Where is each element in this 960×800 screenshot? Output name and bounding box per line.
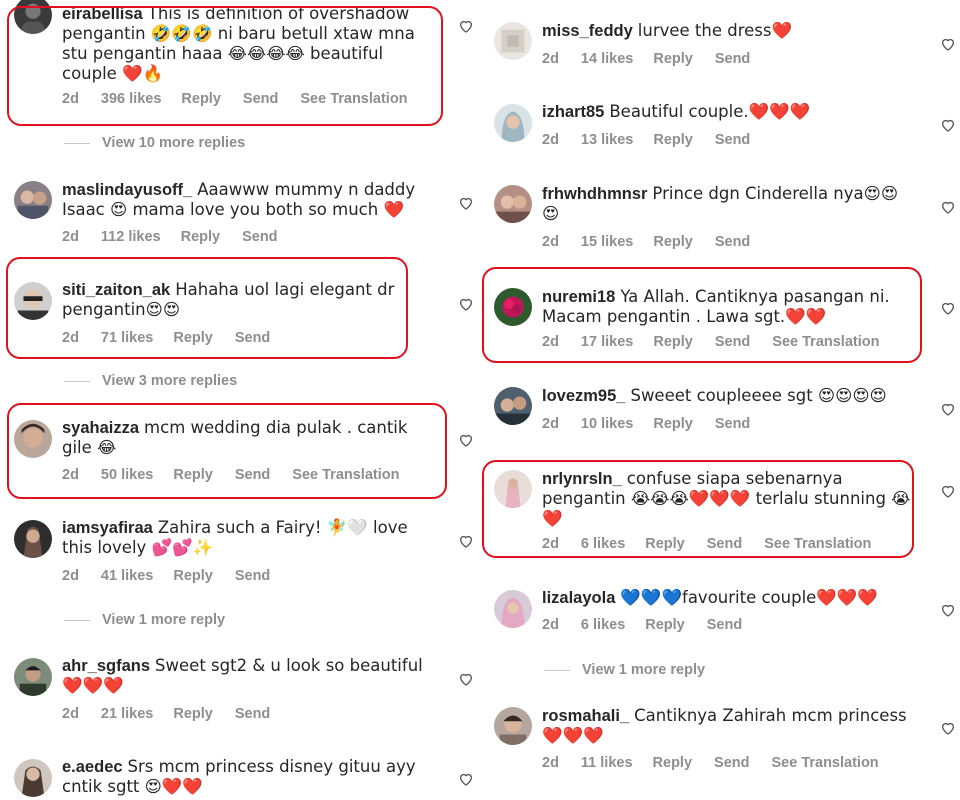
view-more-replies[interactable]: View 10 more replies xyxy=(64,135,245,151)
send-button[interactable]: Send xyxy=(715,51,750,67)
comment-username[interactable]: izhart85 xyxy=(542,103,604,121)
comment-text: 💙💙💙favourite couple❤️❤️❤️ xyxy=(620,588,878,607)
likes-count[interactable]: 41 likes xyxy=(101,568,153,584)
comment-username[interactable]: miss_feddy xyxy=(542,22,633,40)
comment-username[interactable]: maslindayusoff_ xyxy=(62,181,192,199)
comment-time: 2d xyxy=(542,51,559,67)
avatar[interactable] xyxy=(494,185,532,223)
comment-username[interactable]: frhwhdhmnsr xyxy=(542,185,647,203)
reply-button[interactable]: Reply xyxy=(653,51,693,67)
like-heart-icon[interactable] xyxy=(940,300,956,316)
comment-text: lurvee the dress❤️ xyxy=(637,21,793,40)
like-heart-icon[interactable] xyxy=(940,602,956,618)
view-more-replies[interactable]: View 1 more reply xyxy=(64,612,225,628)
comment-time: 2d xyxy=(542,234,559,250)
likes-count[interactable]: 21 likes xyxy=(101,706,153,722)
send-button[interactable]: Send xyxy=(242,229,277,245)
reply-button[interactable]: Reply xyxy=(653,132,693,148)
like-heart-icon[interactable] xyxy=(458,771,474,787)
comment-time: 2d xyxy=(542,617,559,633)
avatar[interactable] xyxy=(494,387,532,425)
comment-text: Sweeet coupleeee sgt 😍😍😍😍 xyxy=(630,386,887,405)
likes-count[interactable]: 13 likes xyxy=(581,132,633,148)
avatar[interactable] xyxy=(494,22,532,60)
like-heart-icon[interactable] xyxy=(940,401,956,417)
like-heart-icon[interactable] xyxy=(458,671,474,687)
like-heart-icon[interactable] xyxy=(458,432,474,448)
like-heart-icon[interactable] xyxy=(458,18,474,34)
like-heart-icon[interactable] xyxy=(458,195,474,211)
reply-button[interactable]: Reply xyxy=(181,229,221,245)
send-button[interactable]: Send xyxy=(715,132,750,148)
comment-username[interactable]: lizalayola xyxy=(542,589,615,607)
avatar[interactable] xyxy=(14,520,52,558)
send-button[interactable]: Send xyxy=(714,755,749,771)
highlight-box xyxy=(6,257,408,359)
highlight-box xyxy=(7,6,443,126)
comment-username[interactable]: rosmahali_ xyxy=(542,707,629,725)
like-heart-icon[interactable] xyxy=(458,533,474,549)
likes-count[interactable]: 15 likes xyxy=(581,234,633,250)
avatar[interactable] xyxy=(14,658,52,696)
reply-button[interactable]: Reply xyxy=(653,234,693,250)
like-heart-icon[interactable] xyxy=(940,117,956,133)
see-translation-button[interactable]: See Translation xyxy=(771,755,878,771)
avatar[interactable] xyxy=(494,707,532,745)
comment-text: Beautiful couple.❤️❤️❤️ xyxy=(609,102,811,121)
likes-count[interactable]: 112 likes xyxy=(101,229,161,245)
comment-time: 2d xyxy=(62,568,79,584)
comment-time: 2d xyxy=(542,132,559,148)
comment-username[interactable]: iamsyafiraa xyxy=(62,519,153,537)
likes-count[interactable]: 14 likes xyxy=(581,51,633,67)
like-heart-icon[interactable] xyxy=(940,720,956,736)
likes-count[interactable]: 6 likes xyxy=(581,617,625,633)
comment-time: 2d xyxy=(542,755,559,771)
like-heart-icon[interactable] xyxy=(940,483,956,499)
highlight-box xyxy=(482,267,922,363)
comments-column-left: eirabellisa This is definition of oversha… xyxy=(0,0,480,800)
comments-column-right: miss_feddy lurvee the dress❤️ 2d 14 likes R… xyxy=(482,0,960,800)
like-heart-icon[interactable] xyxy=(940,199,956,215)
avatar[interactable] xyxy=(14,759,52,797)
avatar[interactable] xyxy=(14,181,52,219)
like-heart-icon[interactable] xyxy=(458,296,474,312)
reply-button[interactable]: Reply xyxy=(653,416,693,432)
reply-button[interactable]: Reply xyxy=(173,706,213,722)
avatar[interactable] xyxy=(494,590,532,628)
comment-time: 2d xyxy=(542,416,559,432)
view-more-replies[interactable]: View 1 more reply xyxy=(544,662,705,678)
comment-username[interactable]: ahr_sgfans xyxy=(62,657,150,675)
reply-button[interactable]: Reply xyxy=(653,755,693,771)
comment-username[interactable]: lovezm95_ xyxy=(542,387,625,405)
reply-button[interactable]: Reply xyxy=(173,568,213,584)
likes-count[interactable]: 10 likes xyxy=(581,416,633,432)
send-button[interactable]: Send xyxy=(715,234,750,250)
comment-time: 2d xyxy=(62,706,79,722)
comment-time: 2d xyxy=(62,229,79,245)
send-button[interactable]: Send xyxy=(707,617,742,633)
highlight-box xyxy=(482,460,914,558)
like-heart-icon[interactable] xyxy=(940,36,956,52)
avatar[interactable] xyxy=(494,104,532,142)
comment-username[interactable]: e.aedec xyxy=(62,758,123,776)
likes-count[interactable]: 11 likes xyxy=(581,755,633,771)
highlight-box xyxy=(7,403,447,499)
send-button[interactable]: Send xyxy=(715,416,750,432)
send-button[interactable]: Send xyxy=(235,568,270,584)
send-button[interactable]: Send xyxy=(235,706,270,722)
view-more-replies[interactable]: View 3 more replies xyxy=(64,373,237,389)
reply-button[interactable]: Reply xyxy=(645,617,685,633)
